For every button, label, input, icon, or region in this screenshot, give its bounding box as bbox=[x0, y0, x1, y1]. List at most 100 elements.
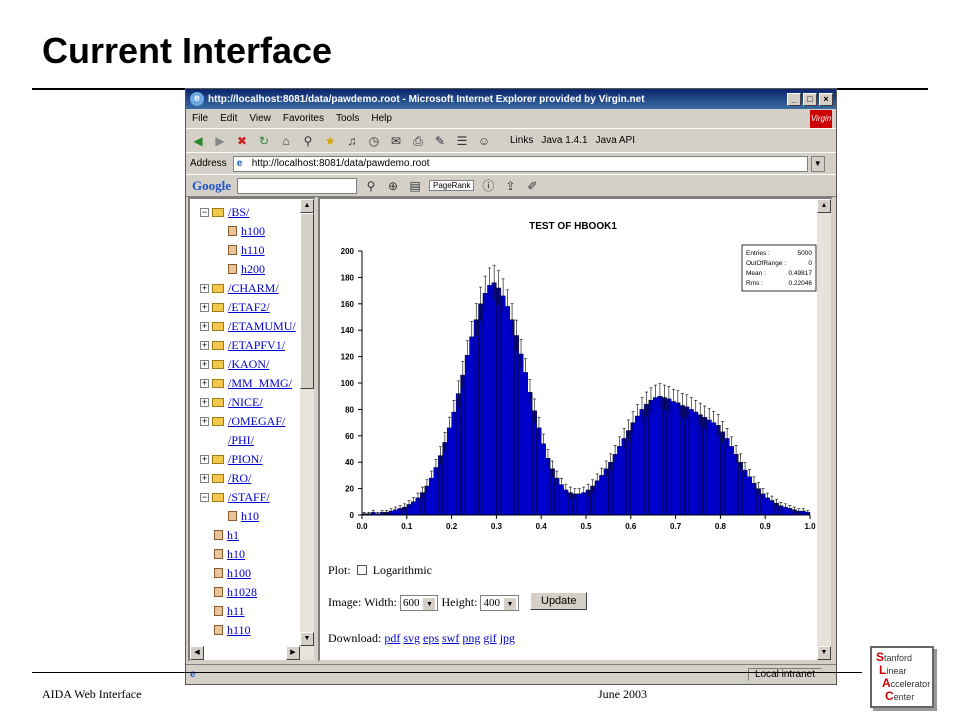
tree-folder-link[interactable]: /ETAF2/ bbox=[228, 300, 270, 315]
up-folder-icon[interactable]: ⇪ bbox=[502, 178, 518, 194]
tree-folder-link[interactable]: /PION/ bbox=[228, 452, 263, 467]
plot-label: Plot: bbox=[328, 563, 351, 577]
back-icon[interactable]: ◀ bbox=[190, 133, 206, 149]
favorites-icon[interactable]: ★ bbox=[322, 133, 338, 149]
tree-folder-link[interactable]: /BS/ bbox=[228, 205, 249, 220]
update-button[interactable]: Update bbox=[530, 592, 588, 610]
tree-folder-link[interactable]: /KAON/ bbox=[228, 357, 269, 372]
menu-help[interactable]: Help bbox=[371, 113, 392, 124]
tree-file-link[interactable]: h1 bbox=[227, 528, 239, 543]
menu-file[interactable]: File bbox=[192, 113, 208, 124]
download-swf-link[interactable]: swf bbox=[442, 631, 459, 645]
scroll-up-button[interactable]: ▲ bbox=[300, 199, 314, 213]
minimize-button[interactable]: _ bbox=[787, 92, 801, 106]
menu-tools[interactable]: Tools bbox=[336, 113, 359, 124]
main-scrollbar[interactable]: ▲ ▼ bbox=[817, 199, 831, 660]
edit-icon[interactable]: ✎ bbox=[432, 133, 448, 149]
tree-folder-link[interactable]: /OMEGAF/ bbox=[228, 414, 285, 429]
tree-expander[interactable]: + bbox=[200, 303, 209, 312]
hscroll-right-button[interactable]: ▶ bbox=[286, 646, 300, 660]
tree-file-link[interactable]: h11 bbox=[227, 604, 245, 619]
history-icon[interactable]: ◷ bbox=[366, 133, 382, 149]
google-logo[interactable]: Google bbox=[192, 178, 231, 194]
google-search-icon[interactable]: ⚲ bbox=[363, 178, 379, 194]
address-input[interactable]: http://localhost:8081/data/pawdemo.root bbox=[232, 155, 808, 172]
link-java-api[interactable]: Java API bbox=[596, 135, 635, 146]
scroll-down-button[interactable]: ▼ bbox=[300, 632, 314, 646]
hscroll-left-button[interactable]: ◀ bbox=[190, 646, 204, 660]
stop-icon[interactable]: ✖ bbox=[234, 133, 250, 149]
tree-expander[interactable]: − bbox=[200, 493, 209, 502]
height-select[interactable]: 400 ▼ bbox=[480, 595, 519, 612]
forward-icon[interactable]: ▶ bbox=[212, 133, 228, 149]
maximize-button[interactable]: □ bbox=[803, 92, 817, 106]
tree-file-link[interactable]: h10 bbox=[227, 547, 245, 562]
tree-scrollbar[interactable]: ▲ ▼ bbox=[300, 199, 314, 660]
tree-expander[interactable]: + bbox=[200, 322, 209, 331]
pagerank-indicator: PageRank bbox=[429, 180, 475, 191]
address-dropdown-button[interactable]: ▼ bbox=[810, 155, 825, 172]
close-button[interactable]: × bbox=[819, 92, 833, 106]
discuss-icon[interactable]: ☰ bbox=[454, 133, 470, 149]
link-java-141[interactable]: Java 1.4.1 bbox=[541, 135, 587, 146]
histogram-bar bbox=[711, 422, 717, 516]
refresh-icon[interactable]: ↻ bbox=[256, 133, 272, 149]
search-icon[interactable]: ⚲ bbox=[300, 133, 316, 149]
tree-folder-link[interactable]: /STAFF/ bbox=[228, 490, 270, 505]
tree-folder-link[interactable]: /MM_MMG/ bbox=[228, 376, 292, 391]
slac-logo: Stanford Linear Accelerator Center bbox=[870, 646, 934, 708]
download-svg-link[interactable]: svg bbox=[403, 631, 420, 645]
tree-file-link[interactable]: h1028 bbox=[227, 585, 257, 600]
main-scroll-up-button[interactable]: ▲ bbox=[817, 199, 831, 213]
tree-expander[interactable]: + bbox=[200, 284, 209, 293]
logarithmic-checkbox[interactable] bbox=[356, 565, 367, 575]
tree-folder-link[interactable]: /CHARM/ bbox=[228, 281, 279, 296]
media-icon[interactable]: ♫ bbox=[344, 133, 360, 149]
print-icon[interactable]: ⎙ bbox=[410, 133, 426, 149]
tree-folder-link[interactable]: /ETAPFV1/ bbox=[228, 338, 285, 353]
tree-expander[interactable]: + bbox=[200, 474, 209, 483]
tree-expander[interactable]: + bbox=[200, 360, 209, 369]
tree-expander[interactable]: + bbox=[200, 341, 209, 350]
scroll-thumb[interactable] bbox=[300, 213, 314, 389]
stats-value: 5000 bbox=[798, 250, 813, 257]
main-scroll-down-button[interactable]: ▼ bbox=[817, 646, 831, 660]
tree-file-link[interactable]: h110 bbox=[241, 243, 265, 258]
histogram-bar bbox=[621, 438, 627, 516]
tree-expander[interactable]: − bbox=[200, 208, 209, 217]
tree-expander[interactable]: + bbox=[200, 398, 209, 407]
download-gif-link[interactable]: gif bbox=[483, 631, 496, 645]
info-icon[interactable]: ⓘ bbox=[480, 178, 496, 194]
tree-expander[interactable]: + bbox=[200, 455, 209, 464]
y-tick-label: 60 bbox=[345, 432, 354, 441]
home-icon[interactable]: ⌂ bbox=[278, 133, 294, 149]
messenger-icon[interactable]: ☺ bbox=[476, 133, 492, 149]
tree-file-link[interactable]: h100 bbox=[227, 566, 251, 581]
width-select[interactable]: 600 ▼ bbox=[399, 595, 439, 612]
google-news-icon[interactable]: ▤ bbox=[407, 178, 423, 194]
tree-folder-link[interactable]: /RO/ bbox=[228, 471, 251, 486]
download-pdf-link[interactable]: pdf bbox=[384, 631, 400, 645]
stats-value: 0 bbox=[808, 260, 812, 267]
google-site-search-icon[interactable]: ⊕ bbox=[385, 178, 401, 194]
menu-view[interactable]: View bbox=[249, 113, 271, 124]
tree-expander[interactable]: + bbox=[200, 417, 209, 426]
mail-icon[interactable]: ✉ bbox=[388, 133, 404, 149]
tree-file-link[interactable]: h110 bbox=[227, 623, 251, 638]
download-eps-link[interactable]: eps bbox=[423, 631, 439, 645]
menu-edit[interactable]: Edit bbox=[220, 113, 237, 124]
tree-file-link[interactable]: h200 bbox=[241, 262, 265, 277]
folder-icon bbox=[212, 398, 224, 407]
menu-favorites[interactable]: Favorites bbox=[283, 113, 324, 124]
tree-folder-link[interactable]: /NICE/ bbox=[228, 395, 263, 410]
highlight-icon[interactable]: ✐ bbox=[524, 178, 540, 194]
tree-file-link[interactable]: h10 bbox=[241, 509, 259, 524]
download-png-link[interactable]: png bbox=[462, 631, 480, 645]
tree-folder-link[interactable]: /ETAMUMU/ bbox=[228, 319, 296, 334]
tree-expander[interactable]: + bbox=[200, 379, 209, 388]
tree-file-link[interactable]: h100 bbox=[241, 224, 265, 239]
tree-folder-link[interactable]: /PHI/ bbox=[228, 433, 254, 448]
download-jpg-link[interactable]: jpg bbox=[500, 631, 515, 645]
stats-value: 0.49817 bbox=[789, 270, 813, 277]
google-search-input[interactable] bbox=[237, 177, 357, 194]
